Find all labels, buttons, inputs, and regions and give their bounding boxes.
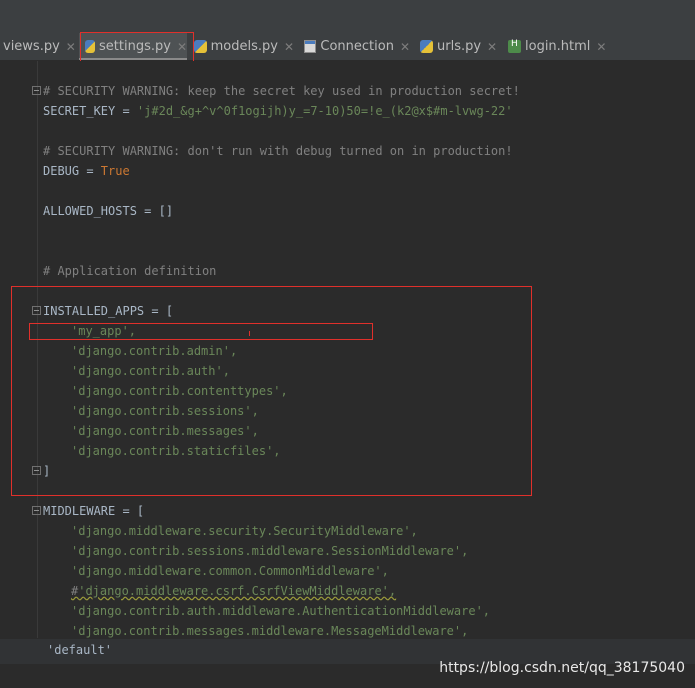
close-icon[interactable]: ✕ <box>596 40 606 54</box>
tab-label: login.html <box>525 39 591 54</box>
tab-urls-py[interactable]: urls.py ✕ <box>420 33 502 60</box>
close-icon[interactable]: ✕ <box>400 40 410 54</box>
fold-toggle-icon[interactable] <box>32 86 41 95</box>
secret-key-name: SECRET_KEY = <box>43 104 137 118</box>
middleware-item-commented: #'django.middleware.csrf.CsrfViewMiddlew… <box>71 581 396 601</box>
close-icon[interactable]: ✕ <box>487 40 497 54</box>
middleware-item: 'django.contrib.sessions.middleware.Sess… <box>71 544 469 558</box>
installed-apps-highlight-box <box>11 286 532 496</box>
code-comment: # SECURITY WARNING: don't run with debug… <box>43 144 513 158</box>
my-app-highlight-box <box>29 323 373 340</box>
text-cursor-mark <box>249 331 250 336</box>
code-line-debug: DEBUG = True <box>43 161 130 181</box>
debug-name: DEBUG = <box>43 164 101 178</box>
close-icon[interactable]: ✕ <box>66 40 76 54</box>
connection-window-icon <box>304 40 317 53</box>
title-strip <box>0 0 695 34</box>
middleware-item: 'django.middleware.security.SecurityMidd… <box>71 524 418 538</box>
code-line-middleware: MIDDLEWARE = [ <box>43 504 145 518</box>
python-file-icon <box>420 40 433 53</box>
middleware-item: 'django.contrib.auth.middleware.Authenti… <box>71 604 491 618</box>
middleware-item: 'django.middleware.csrf.CsrfViewMiddlewa… <box>78 584 397 598</box>
python-file-icon <box>194 40 207 53</box>
middleware-item: 'django.middleware.common.CommonMiddlewa… <box>71 564 389 578</box>
code-line-secret-key: SECRET_KEY = 'j#2d_&g+^v^0f1ogijh)y_=7-1… <box>43 101 513 121</box>
tab-models-py[interactable]: models.py ✕ <box>194 33 294 60</box>
tab-login-html[interactable]: login.html ✕ <box>508 33 608 60</box>
code-comment: # SECURITY WARNING: keep the secret key … <box>43 84 520 98</box>
debug-value: True <box>100 164 130 178</box>
tab-views-py[interactable]: views.py ✕ <box>0 33 81 60</box>
tab-label: views.py <box>3 39 60 54</box>
code-comment: # Application definition <box>43 264 217 278</box>
watermark: https://blog.csdn.net/qq_38175040 <box>439 660 685 676</box>
close-icon[interactable]: ✕ <box>284 40 294 54</box>
html-file-icon <box>508 39 521 53</box>
status-text: 'default' <box>47 643 113 657</box>
tab-label: Connection <box>320 39 394 54</box>
code-line-allowed-hosts: ALLOWED_HOSTS = [] <box>43 204 174 218</box>
tab-label: models.py <box>210 39 278 54</box>
secret-key-value: 'j#2d_&g+^v^0f1ogijh)y_=7-10)50=!e_(k2@x… <box>136 104 513 118</box>
tab-label: urls.py <box>437 39 482 54</box>
fold-toggle-icon[interactable] <box>32 506 41 515</box>
tab-connection[interactable]: Connection ✕ <box>304 33 410 60</box>
